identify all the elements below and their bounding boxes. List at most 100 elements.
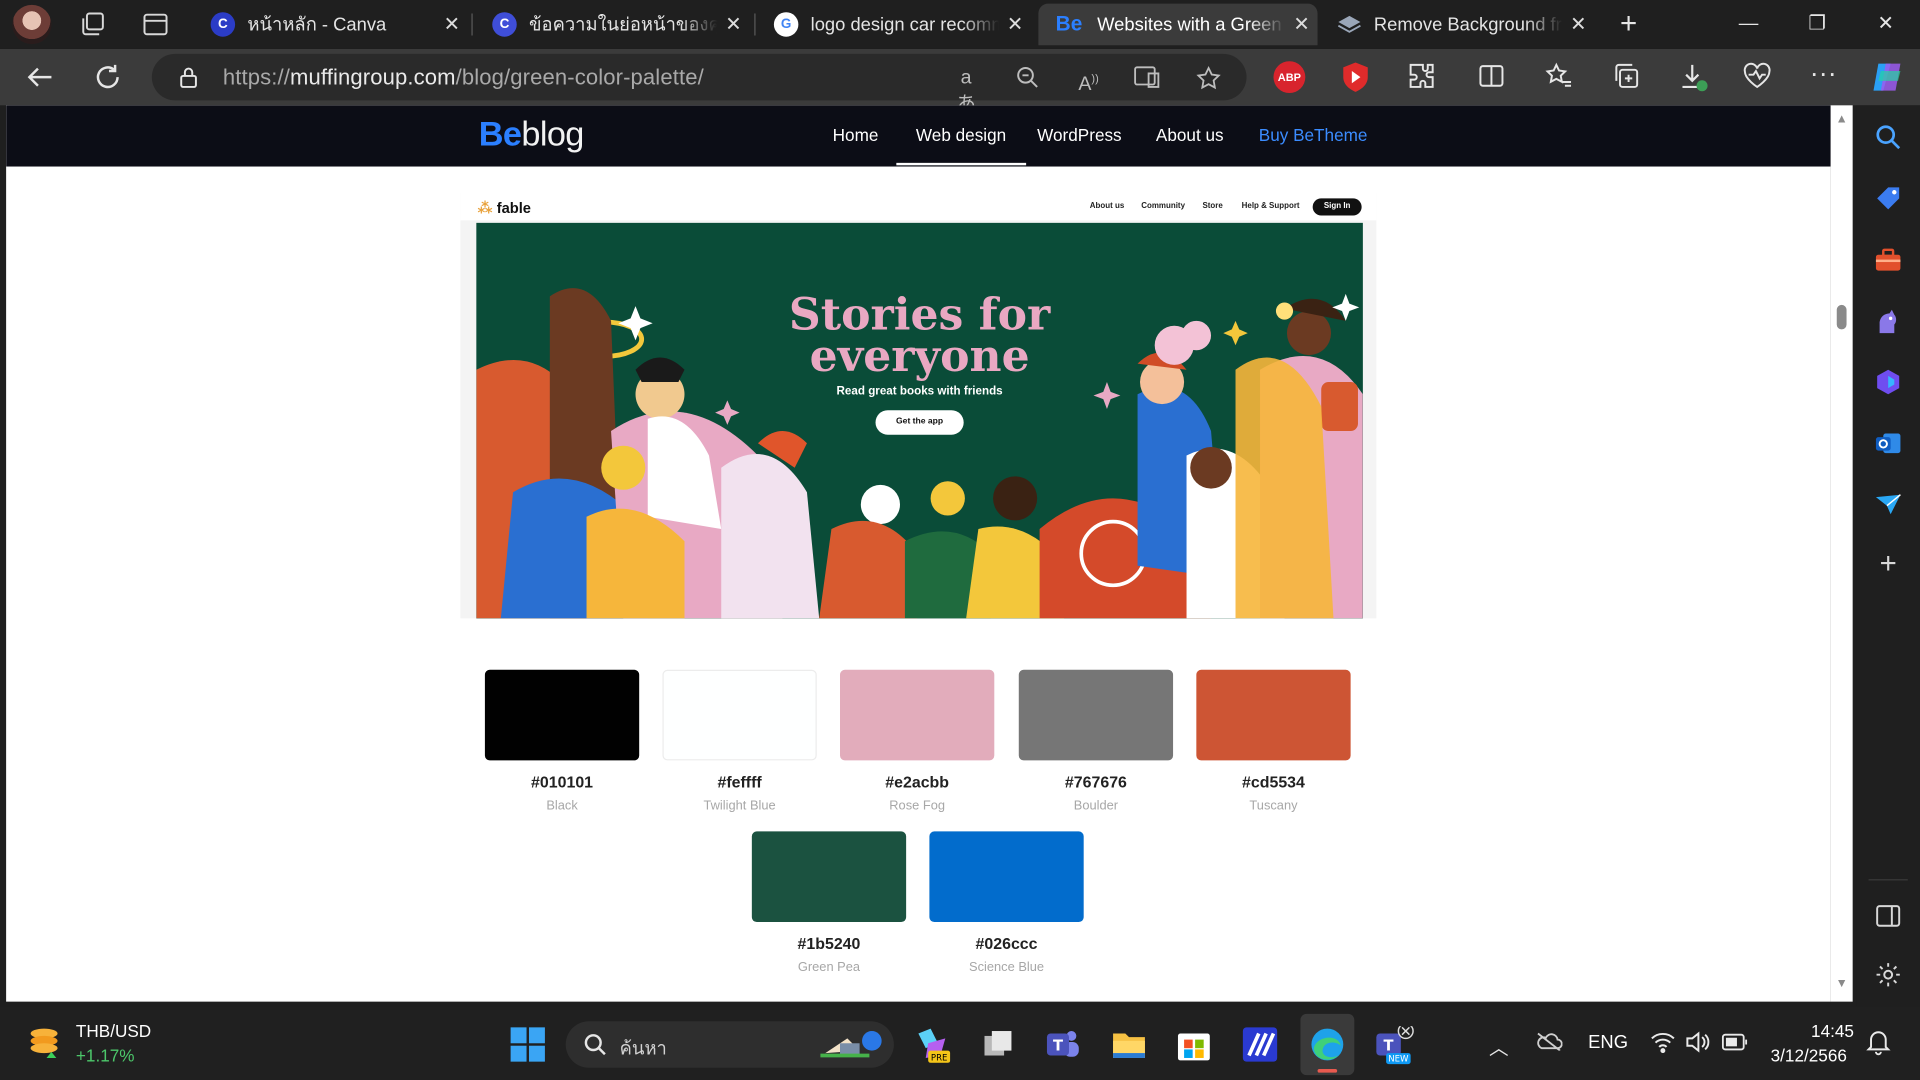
notifications-bell-icon[interactable] [1866, 1029, 1891, 1062]
microsoft-store-icon[interactable] [1176, 1026, 1213, 1063]
clock-date[interactable]: 3/12/2566 [1771, 1046, 1847, 1066]
sidebar-settings-icon[interactable] [1873, 960, 1902, 989]
nav-web-design[interactable]: Web design [896, 125, 1026, 166]
close-tab-icon[interactable]: ✕ [436, 12, 468, 36]
close-tab-icon[interactable]: ✕ [1286, 12, 1318, 36]
file-explorer-icon[interactable] [1111, 1026, 1148, 1063]
coins-icon[interactable] [27, 1024, 64, 1061]
scroll-thumb[interactable] [1836, 304, 1847, 330]
address-bar[interactable]: https://muffingroup.com/blog/green-color… [151, 53, 1247, 115]
beblog-logo[interactable]: Beblog [479, 115, 585, 154]
tab-canva-design[interactable]: C ข้อความในย่อหน้าของคุณ - Canva ✕ [478, 4, 750, 46]
swatch-hex: #feffff [717, 772, 762, 792]
back-button[interactable] [24, 61, 56, 93]
tab-green-palette[interactable]: Be Websites with a Green Color Palette ✕ [1038, 3, 1318, 46]
tab-remove-background[interactable]: Remove Background from Image ✕ [1322, 4, 1594, 46]
sidebar-shopping-icon[interactable] [1873, 184, 1902, 213]
scroll-up-arrow[interactable]: ▲ [1834, 113, 1849, 126]
url-text[interactable]: https://muffingroup.com/blog/green-color… [223, 65, 704, 91]
volume-icon[interactable] [1685, 1031, 1710, 1059]
swatch-name: Black [546, 798, 578, 814]
google-icon: G [773, 12, 799, 37]
copilot-icon[interactable] [1869, 59, 1906, 96]
sidebar-games-icon[interactable] [1873, 306, 1902, 335]
nav-about-us[interactable]: About us [1156, 125, 1224, 145]
url-host: muffingroup.com [289, 64, 456, 90]
zoom-icon[interactable] [1014, 65, 1041, 92]
windows-taskbar: THB/USD +1.17% ค้นหา PRE T T NEW ︿ ENG 1… [0, 1006, 1920, 1080]
nav-home[interactable]: Home [833, 125, 879, 145]
clock-time[interactable]: 14:45 [1811, 1021, 1854, 1041]
logo-blog: blog [521, 115, 584, 154]
refresh-button[interactable] [92, 61, 124, 93]
workspaces-icon[interactable] [78, 10, 107, 39]
split-screen-icon[interactable] [1476, 61, 1508, 93]
swatch-hex: #010101 [531, 772, 594, 792]
battery-icon[interactable] [1721, 1033, 1749, 1056]
edge-icon [1309, 1026, 1346, 1069]
fable-nav-item: Store [1202, 202, 1223, 211]
svg-text:T: T [1053, 1038, 1063, 1055]
sidebar-copilot-icon[interactable] [1873, 367, 1902, 396]
tab-canva-home[interactable]: C หน้าหลัก - Canva ✕ [196, 4, 468, 46]
read-mode-icon[interactable]: A)) [1075, 65, 1102, 94]
downloads-icon[interactable] [1678, 61, 1710, 93]
sidebar-add-icon[interactable]: + [1873, 549, 1902, 580]
sidebar-drop-icon[interactable] [1873, 490, 1902, 519]
linear-app-icon[interactable] [1242, 1026, 1279, 1063]
favorites-icon[interactable] [1543, 61, 1575, 93]
swatch-black: #010101 Black [484, 669, 640, 814]
lock-icon[interactable] [179, 66, 199, 88]
swatch-boulder: #767676 Boulder [1018, 669, 1174, 813]
extensions-icon[interactable] [1406, 61, 1438, 93]
close-window-button[interactable]: ✕ [1861, 7, 1910, 41]
close-tab-icon[interactable]: ✕ [1562, 12, 1594, 36]
fable-nav-item: About us [1089, 202, 1125, 211]
profile-avatar[interactable] [12, 4, 52, 45]
swatch-tuscany: #cd5534 Tuscany [1196, 669, 1351, 813]
swatch-hex: #767676 [1064, 772, 1127, 792]
onedrive-icon[interactable] [1536, 1031, 1563, 1057]
read-aloud-icon[interactable]: aあ [953, 65, 980, 115]
sidebar-tools-icon[interactable] [1873, 245, 1902, 274]
currency-pair[interactable]: THB/USD [76, 1021, 151, 1041]
browser-essentials-icon[interactable] [1741, 61, 1773, 93]
new-tab-button[interactable]: + [1604, 7, 1653, 41]
sidebar-search-icon[interactable] [1873, 122, 1902, 151]
swatch-rose-fog: #e2acbb Rose Fog [840, 669, 995, 813]
restore-button[interactable]: ❐ [1793, 7, 1842, 41]
teams-new-icon[interactable]: T NEW [1374, 1022, 1414, 1065]
tab-google-search[interactable]: G logo design car recommendation ✕ [759, 4, 1031, 46]
page-scrollbar[interactable]: ▲ ▼ [1830, 105, 1853, 1002]
language-indicator[interactable]: ENG [1588, 1032, 1628, 1053]
tab-strip: C หน้าหลัก - Canva ✕ C ข้อความในย่อหน้าข… [0, 0, 1920, 49]
swatch-chip [484, 669, 640, 761]
teams-icon[interactable]: T [1044, 1026, 1081, 1063]
copilot-pre-icon[interactable]: PRE [913, 1026, 951, 1063]
tab-actions-icon[interactable] [141, 10, 170, 39]
swatch-hex: #e2acbb [885, 772, 950, 792]
collections-icon[interactable] [1610, 61, 1642, 93]
be-icon: Be [1055, 12, 1083, 36]
nav-wordpress[interactable]: WordPress [1037, 125, 1121, 145]
sidebar-hide-icon[interactable] [1873, 901, 1902, 930]
active-indicator [1317, 1068, 1338, 1073]
settings-menu-icon[interactable]: ··· [1807, 59, 1839, 93]
url-path: /blog/green-color-palette/ [455, 64, 704, 90]
sidebar-outlook-icon[interactable] [1873, 429, 1902, 458]
close-tab-icon[interactable]: ✕ [999, 12, 1031, 36]
shield-extension-icon[interactable] [1340, 61, 1372, 93]
tray-overflow-icon[interactable]: ︿ [1489, 1031, 1509, 1060]
app-available-icon[interactable] [1134, 65, 1161, 92]
adblock-plus-icon[interactable]: ABP [1273, 61, 1306, 94]
scroll-down-arrow[interactable]: ▼ [1834, 977, 1849, 990]
wifi-icon[interactable] [1651, 1031, 1675, 1059]
nav-buy-betheme[interactable]: Buy BeTheme [1259, 125, 1368, 145]
start-icon[interactable] [509, 1026, 546, 1063]
close-tab-icon[interactable]: ✕ [718, 12, 750, 36]
edge-taskbar-active[interactable] [1300, 1013, 1355, 1076]
minimize-button[interactable]: — [1724, 7, 1773, 41]
task-view-icon[interactable] [980, 1026, 1017, 1063]
taskbar-search[interactable]: ค้นหา [565, 1021, 894, 1068]
favorite-star-icon[interactable] [1195, 65, 1222, 92]
